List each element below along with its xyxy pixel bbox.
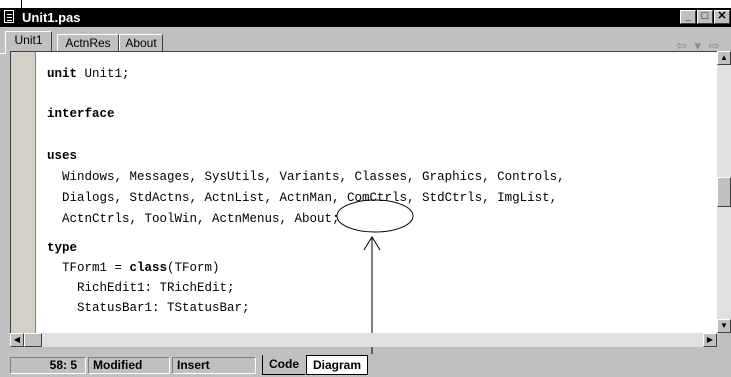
cursor-position: 58: 5: [10, 357, 86, 374]
vertical-scroll-thumb[interactable]: [717, 177, 731, 207]
modified-status: Modified: [88, 357, 170, 374]
insert-mode: Insert: [172, 357, 256, 374]
scroll-down-icon[interactable]: ▼: [717, 319, 731, 333]
scroll-right-icon[interactable]: ▶: [703, 333, 717, 347]
horizontal-scrollbar[interactable]: ◀ ▶: [10, 333, 717, 347]
scroll-up-icon[interactable]: ▲: [717, 51, 731, 65]
status-bar: 58: 5 Modified Insert Code Diagram: [0, 354, 731, 377]
annotation-callout: [336, 199, 414, 377]
horizontal-scroll-thumb[interactable]: [24, 333, 42, 347]
vertical-scrollbar[interactable]: ▲ ▼: [717, 51, 731, 333]
view-tab-diagram[interactable]: Diagram: [306, 355, 369, 375]
scroll-left-icon[interactable]: ◀: [10, 333, 24, 347]
view-tab-code[interactable]: Code: [262, 355, 305, 375]
